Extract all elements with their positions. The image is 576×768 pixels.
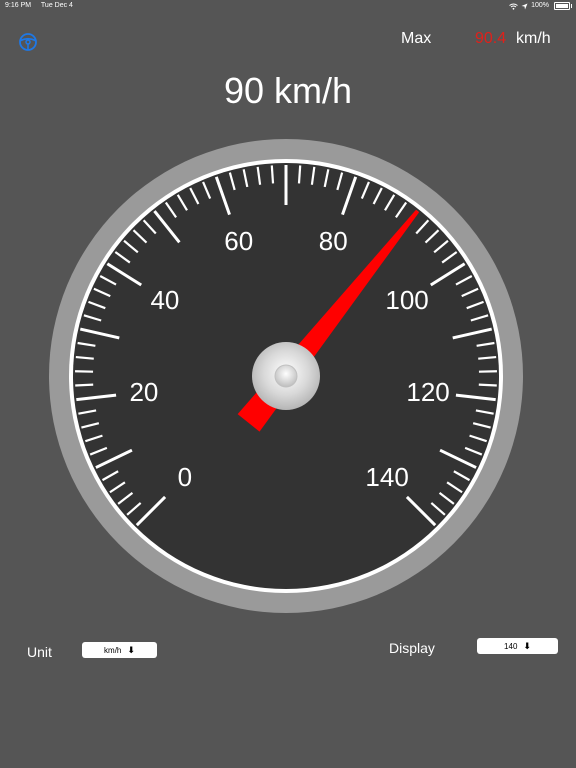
battery-icon bbox=[554, 2, 572, 10]
max-label: Max bbox=[401, 30, 432, 47]
gauge-minor-tick bbox=[75, 383, 94, 387]
gauge-label-0: 0 bbox=[178, 462, 192, 492]
gauge-label-20: 20 bbox=[129, 377, 158, 407]
gauge-label-80: 80 bbox=[319, 226, 348, 256]
gauge-label-60: 60 bbox=[224, 226, 253, 256]
current-speed-readout: 90 km/h bbox=[223, 70, 353, 111]
gauge-label-140: 140 bbox=[365, 462, 408, 492]
speedometer-gauge: 0 20 40 60 80 100 120 140 bbox=[49, 139, 523, 613]
gauge-label-120: 120 bbox=[406, 377, 449, 407]
unit-dropdown[interactable]: km/h ⬇ bbox=[82, 642, 157, 658]
unit-label: Unit bbox=[27, 644, 52, 660]
gauge-minor-tick bbox=[270, 165, 275, 184]
gauge-minor-tick bbox=[478, 383, 497, 387]
display-range-dropdown[interactable]: 140 ⬇ bbox=[477, 638, 558, 654]
gauge-label-40: 40 bbox=[150, 285, 179, 315]
display-label: Display bbox=[389, 640, 435, 656]
wifi-icon bbox=[509, 3, 518, 10]
arrow-down-icon: ⬇ bbox=[523, 640, 531, 651]
max-speed-unit: km/h bbox=[516, 30, 551, 47]
max-speed-value: 90.4 bbox=[475, 30, 507, 47]
steering-wheel-icon bbox=[19, 33, 37, 51]
gauge-label-100: 100 bbox=[385, 285, 428, 315]
gauge-minor-tick bbox=[297, 165, 302, 184]
location-icon bbox=[521, 3, 528, 9]
arrow-down-icon: ⬇ bbox=[127, 644, 135, 655]
status-date: Tue Dec 4 bbox=[40, 2, 73, 9]
needle-hub-cap bbox=[274, 364, 298, 388]
display-dropdown-value: 140 bbox=[504, 641, 518, 651]
battery-percent: 100% bbox=[531, 2, 549, 9]
settings-button[interactable] bbox=[17, 31, 39, 53]
status-time: 9:16 PM bbox=[5, 2, 32, 9]
status-bar: 9:16 PM Tue Dec 4 100% bbox=[0, 0, 576, 12]
unit-dropdown-value: km/h bbox=[104, 645, 122, 655]
